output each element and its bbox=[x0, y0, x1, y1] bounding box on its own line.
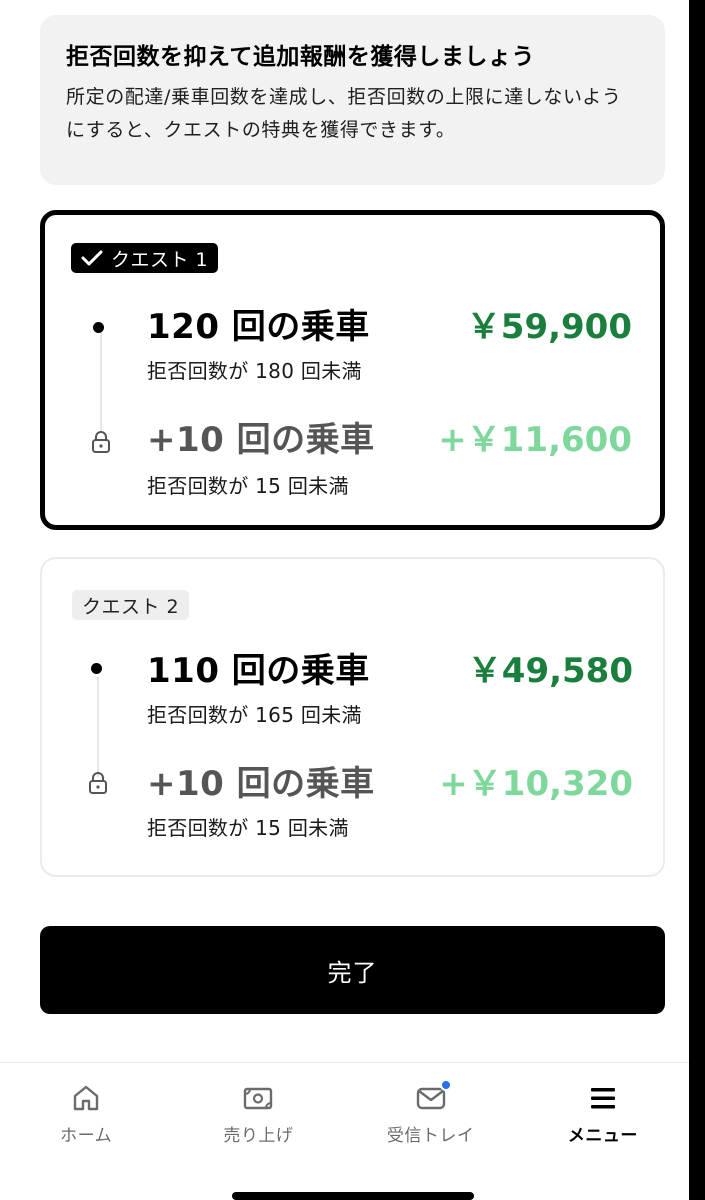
lock-icon bbox=[92, 431, 110, 453]
tier-subtitle: 拒否回数が 165 回未満 bbox=[147, 703, 362, 727]
check-icon bbox=[81, 250, 103, 266]
tier-title: 120 回の乗車 bbox=[147, 307, 370, 347]
nav-item-earnings[interactable]: 売り上げ bbox=[172, 1063, 344, 1200]
quest-badge: クエスト 2 bbox=[72, 590, 190, 620]
earnings-icon bbox=[241, 1081, 275, 1115]
quest-screen: 拒否回数を抑えて追加報酬を獲得しましょう 所定の配達/乗車回数を達成し、拒否回数… bbox=[0, 0, 705, 1200]
milestone-dot bbox=[91, 663, 102, 674]
bottom-nav: ホーム 売り上げ 受信トレイ メニュー bbox=[0, 1063, 689, 1200]
nav-item-menu[interactable]: メニュー bbox=[517, 1063, 689, 1200]
quest-card-1[interactable]: クエスト 1 120 回の乗車 拒否回数が 180 回未満 ￥59,900 +1… bbox=[40, 210, 665, 530]
home-icon bbox=[69, 1081, 103, 1115]
home-indicator bbox=[232, 1192, 474, 1200]
nav-item-home[interactable]: ホーム bbox=[0, 1063, 172, 1200]
bonus-tier-title: +10 回の乗車 bbox=[147, 764, 375, 804]
info-description: 所定の配達/乗車回数を達成し、拒否回数の上限に達しないようにすると、クエストの特… bbox=[66, 86, 622, 141]
nav-item-inbox[interactable]: 受信トレイ bbox=[345, 1063, 517, 1200]
milestone-dot bbox=[93, 322, 104, 333]
timeline-line bbox=[100, 333, 102, 433]
bonus-tier-reward: +￥10,320 bbox=[439, 764, 633, 804]
info-title: 拒否回数を抑えて追加報酬を獲得しましょう bbox=[66, 44, 535, 70]
done-button[interactable]: 完了 bbox=[40, 926, 665, 1014]
quest-badge-label: クエスト 2 bbox=[82, 595, 180, 618]
nav-label: メニュー bbox=[567, 1126, 638, 1146]
tier-title: 110 回の乗車 bbox=[147, 651, 370, 691]
bonus-tier-reward: +￥11,600 bbox=[438, 420, 632, 460]
notification-dot bbox=[439, 1079, 452, 1091]
nav-label: 売り上げ bbox=[223, 1126, 294, 1146]
bonus-tier-subtitle: 拒否回数が 15 回未満 bbox=[147, 816, 349, 840]
nav-label: 受信トレイ bbox=[386, 1126, 475, 1146]
bonus-tier-subtitle: 拒否回数が 15 回未満 bbox=[147, 474, 349, 498]
timeline-line bbox=[97, 677, 99, 777]
tier-reward: ￥59,900 bbox=[466, 307, 632, 347]
quest-badge-label: クエスト 1 bbox=[111, 248, 209, 271]
quest-badge: クエスト 1 bbox=[71, 243, 219, 273]
bonus-tier-title: +10 回の乗車 bbox=[147, 420, 375, 460]
info-card: 拒否回数を抑えて追加報酬を獲得しましょう 所定の配達/乗車回数を達成し、拒否回数… bbox=[40, 15, 665, 185]
tier-subtitle: 拒否回数が 180 回未満 bbox=[147, 359, 362, 383]
tier-reward: ￥49,580 bbox=[467, 651, 633, 691]
quest-card-2[interactable]: クエスト 2 110 回の乗車 拒否回数が 165 回未満 ￥49,580 +1… bbox=[40, 557, 665, 877]
menu-icon bbox=[586, 1081, 620, 1115]
screen-edge bbox=[689, 0, 705, 1200]
lock-icon bbox=[89, 772, 107, 794]
inbox-icon bbox=[414, 1079, 452, 1115]
nav-label: ホーム bbox=[60, 1126, 113, 1146]
